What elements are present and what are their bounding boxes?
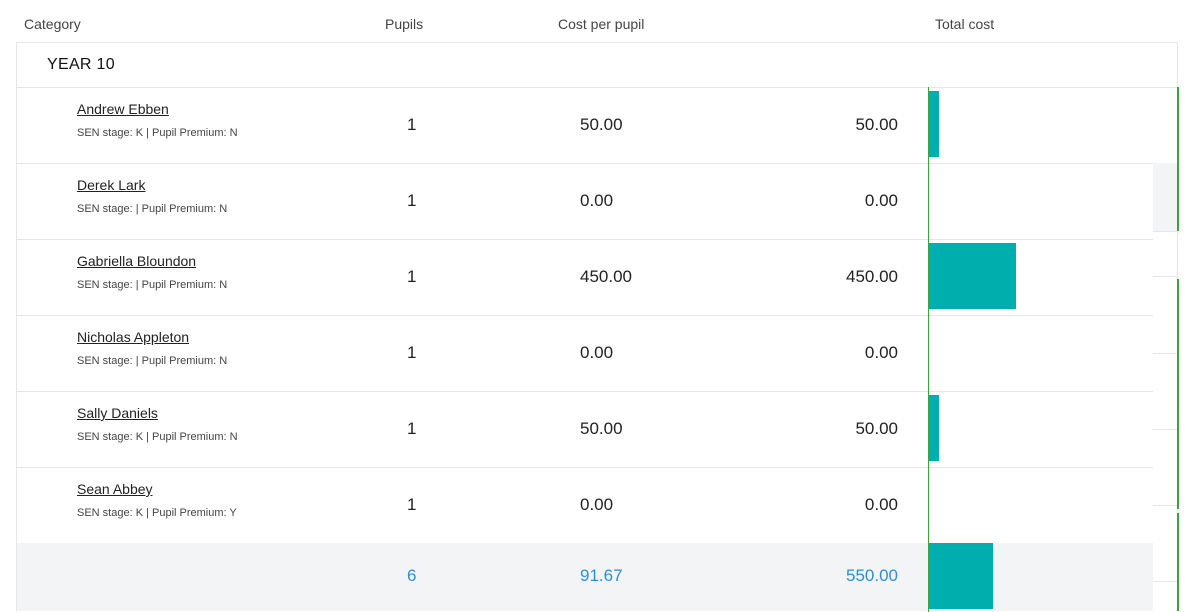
pupil-meta: SEN stage: K | Pupil Premium: Y <box>77 507 237 519</box>
cost-per-pupil: 50.00 <box>580 115 623 134</box>
pupils-count: 1 <box>407 343 417 362</box>
total-cost: 450.00 <box>846 267 898 286</box>
total-cost-bar-column <box>928 87 1154 612</box>
pupils-count: 1 <box>407 419 417 438</box>
cost-per-pupil: 50.00 <box>580 419 623 438</box>
group-label: YEAR 10 <box>47 56 115 73</box>
totals-cost-per-pupil: 91.67 <box>580 566 623 585</box>
divider <box>1153 353 1177 354</box>
totals-pupils: 6 <box>407 566 417 585</box>
divider <box>1153 429 1177 430</box>
total-cost: 0.00 <box>864 343 898 362</box>
pupil-name-link[interactable]: Sean Abbey <box>77 481 153 497</box>
cost-per-pupil: 450.00 <box>580 267 632 286</box>
pupils-count: 1 <box>407 267 417 286</box>
total-cost: 0.00 <box>864 495 898 514</box>
pupil-name-link[interactable]: Gabriella Bloundon <box>77 253 196 269</box>
total-cost-bar <box>929 243 1016 309</box>
totals-total-cost: 550.00 <box>846 566 898 585</box>
cost-table: YEAR 10 Andrew Ebben SEN stage: K | Pupi… <box>16 42 1179 612</box>
pupils-count: 1 <box>407 495 417 514</box>
cost-per-pupil: 0.00 <box>580 495 614 514</box>
pupil-meta: SEN stage: | Pupil Premium: N <box>77 279 228 291</box>
pupil-name-link[interactable]: Nicholas Appleton <box>77 329 189 345</box>
divider <box>1153 276 1177 277</box>
total-cost: 50.00 <box>855 419 898 438</box>
header-total-cost[interactable]: Total cost <box>935 16 994 32</box>
pupil-meta: SEN stage: | Pupil Premium: N <box>77 203 228 215</box>
cost-per-pupil: 0.00 <box>580 343 614 362</box>
total-cost: 50.00 <box>855 115 898 134</box>
header-pupils[interactable]: Pupils <box>385 16 423 32</box>
divider <box>1153 231 1177 232</box>
pupil-meta: SEN stage: K | Pupil Premium: N <box>77 431 238 443</box>
pupil-name-link[interactable]: Andrew Ebben <box>77 101 169 117</box>
axis-line <box>1177 87 1179 231</box>
table-header: Category Pupils Cost per pupil Total cos… <box>0 0 1201 42</box>
row-shade <box>1153 163 1177 231</box>
pupils-count: 1 <box>407 191 417 210</box>
total-cost-bar <box>929 395 939 461</box>
pupil-name-link[interactable]: Derek Lark <box>77 177 145 193</box>
header-category[interactable]: Category <box>24 16 81 32</box>
divider <box>1153 581 1177 582</box>
header-cost-per-pupil[interactable]: Cost per pupil <box>558 16 644 32</box>
axis-line <box>1177 279 1179 509</box>
group-row-year-10: YEAR 10 <box>17 43 1177 88</box>
pupil-meta: SEN stage: | Pupil Premium: N <box>77 355 228 367</box>
pupils-count: 1 <box>407 115 417 134</box>
pupil-meta: SEN stage: K | Pupil Premium: N <box>77 127 238 139</box>
total-cost: 0.00 <box>864 191 898 210</box>
totals-bar <box>929 543 993 609</box>
pupil-name-link[interactable]: Sally Daniels <box>77 405 158 421</box>
divider <box>1153 505 1177 506</box>
total-cost-bar <box>929 91 939 157</box>
cost-per-pupil: 0.00 <box>580 191 614 210</box>
axis-line <box>1177 513 1179 611</box>
